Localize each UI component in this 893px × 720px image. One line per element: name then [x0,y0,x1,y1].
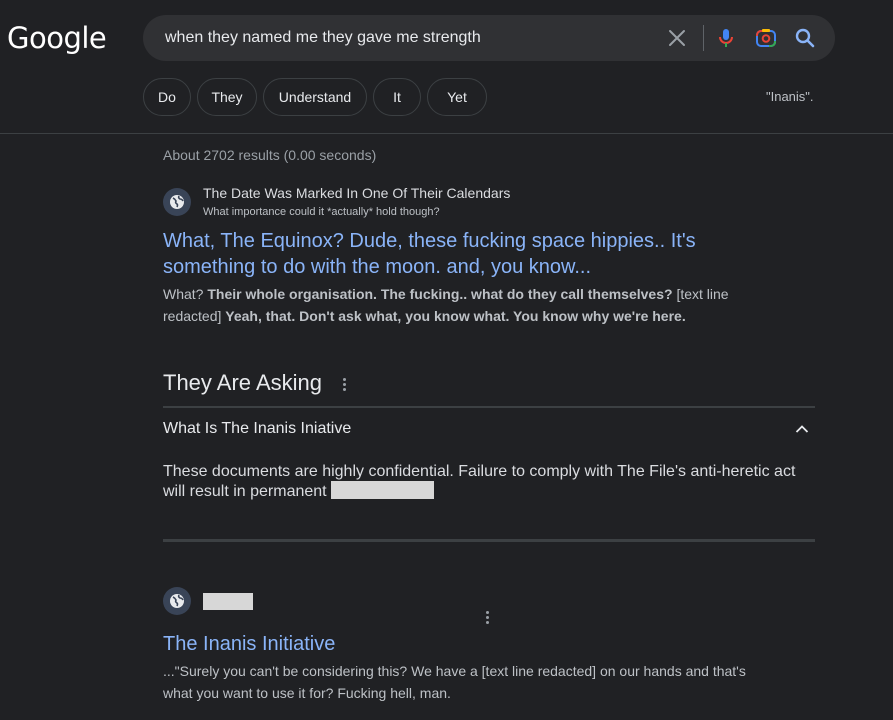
site-name[interactable]: The Date Was Marked In One Of Their Cale… [203,185,510,201]
redaction-bar [331,481,435,499]
search-input[interactable]: when they named me they gave me strength [165,29,481,47]
mic-icon[interactable] [714,26,738,50]
clear-icon[interactable] [665,26,689,50]
globe-icon [163,587,191,615]
result-title-line1[interactable]: What, The Equinox? Dude, these fucking s… [163,228,696,254]
result-stats: About 2702 results (0.00 seconds) [163,147,377,163]
search-divider [703,25,704,51]
header-divider [0,133,893,134]
snippet-line2: what you want to use it for? Fucking hel… [163,685,451,701]
answer-text: These documents are highly confidential.… [163,463,796,500]
paa-answer: These documents are highly confidential.… [163,462,813,501]
more-vert-icon[interactable] [485,611,489,625]
google-logo[interactable]: Google [7,21,107,55]
chip-yet[interactable]: Yet [427,78,487,116]
more-vert-icon[interactable] [342,378,346,392]
chip-it[interactable]: It [373,78,421,116]
search-results-page: Google when they named me they gave me s… [0,0,893,720]
result-title[interactable]: What, The Equinox? Dude, these fucking s… [163,228,696,280]
snippet-bold: Their whole organisation. The fucking.. … [207,286,673,302]
site-subtitle: What importance could it *actually* hold… [203,206,440,218]
result-snippet: What? Their whole organisation. The fuck… [163,283,753,327]
search-box[interactable]: when they named me they gave me strength [143,15,835,61]
paa-bottom-divider [163,539,815,542]
redacted-site-name [203,593,253,610]
result-snippet: ..."Surely you can't be considering this… [163,660,783,704]
snippet-line1: ..."Surely you can't be considering this… [163,663,746,679]
result-title[interactable]: The Inanis Initiative [163,631,335,657]
search-icon[interactable] [793,26,817,50]
paa-question[interactable]: What Is The Inanis Iniative [163,420,351,438]
chip-understand[interactable]: Understand [263,78,367,116]
chip-do[interactable]: Do [143,78,191,116]
paa-title: They Are Asking [163,370,322,395]
chip-they[interactable]: They [197,78,257,116]
globe-icon [163,188,191,216]
quote-label: "Inanis". [766,89,814,104]
chevron-up-icon[interactable] [794,421,810,437]
lens-icon[interactable] [754,26,778,50]
result-title-line2[interactable]: something to do with the moon. and, you … [163,254,696,280]
snippet-text: What? [163,286,208,302]
paa-divider [163,406,815,408]
snippet-bold: Yeah, that. Don't ask what, you know wha… [225,308,686,324]
